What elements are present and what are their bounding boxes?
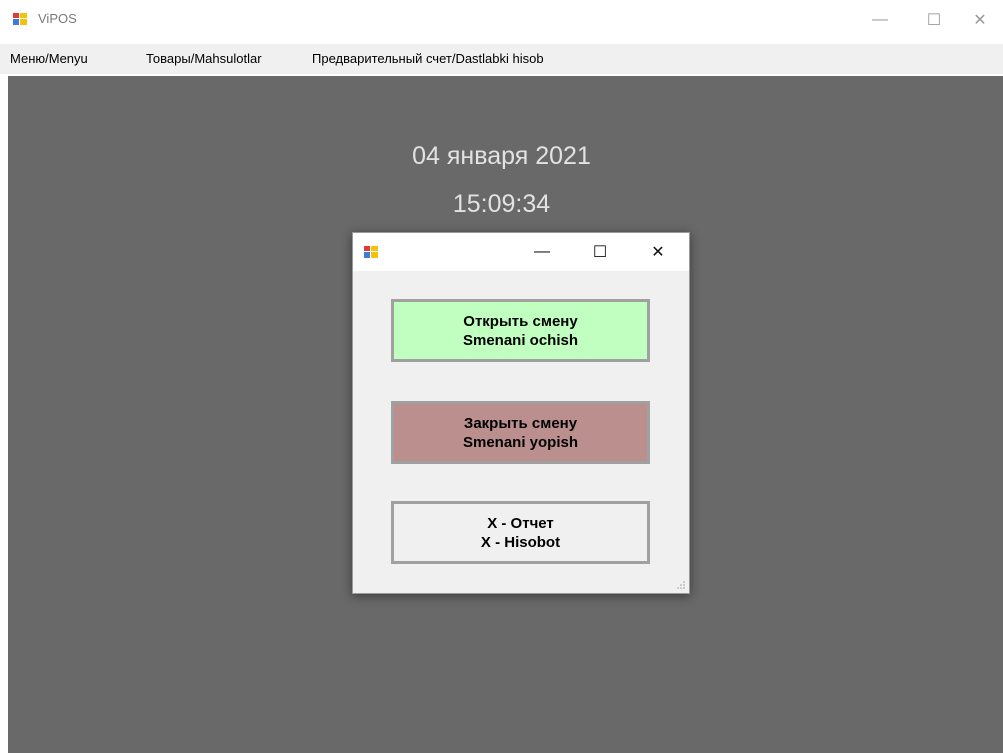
dialog-app-icon: [364, 246, 378, 258]
app-icon: [12, 12, 28, 26]
open-shift-button[interactable]: Открыть смену Smenani ochish: [391, 299, 650, 362]
title-bar: ViPOS — ☐ ✕: [0, 0, 1003, 40]
time-label: 15:09:34: [452, 190, 551, 218]
close-button[interactable]: ✕: [957, 0, 1003, 40]
close-shift-label-uz: Smenani yopish: [462, 433, 579, 451]
menu-item-menu[interactable]: Меню/Menyu: [10, 51, 88, 66]
x-report-label-uz: X - Hisobot: [480, 533, 561, 551]
dialog-close-button[interactable]: ✕: [635, 233, 681, 271]
close-shift-button[interactable]: Закрыть смену Smenani yopish: [391, 401, 650, 464]
window-border: [0, 74, 8, 753]
x-report-button[interactable]: X - Отчет X - Hisobot: [391, 501, 650, 564]
dialog-title-bar: — ☐ ✕: [353, 233, 689, 271]
menu-bar: Меню/Menyu Товары/Mahsulotlar Предварите…: [0, 44, 1003, 74]
maximize-button[interactable]: ☐: [911, 0, 957, 40]
menu-item-preliminary-bill[interactable]: Предварительный счет/Dastlabki hisob: [312, 51, 544, 66]
date-label: 04 января 2021: [412, 142, 591, 170]
dialog-minimize-button[interactable]: —: [519, 233, 565, 271]
dialog-maximize-button[interactable]: ☐: [577, 233, 623, 271]
x-report-label-ru: X - Отчет: [487, 514, 554, 532]
open-shift-label-uz: Smenani ochish: [462, 331, 579, 349]
window-title: ViPOS: [38, 11, 77, 26]
menu-item-products[interactable]: Товары/Mahsulotlar: [146, 51, 262, 66]
resize-grip-icon[interactable]: [676, 580, 686, 590]
close-shift-label-ru: Закрыть смену: [463, 414, 578, 432]
shift-dialog: — ☐ ✕ Открыть смену Smenani ochish Закры…: [352, 232, 690, 594]
minimize-button[interactable]: —: [857, 0, 903, 40]
open-shift-label-ru: Открыть смену: [463, 312, 578, 330]
